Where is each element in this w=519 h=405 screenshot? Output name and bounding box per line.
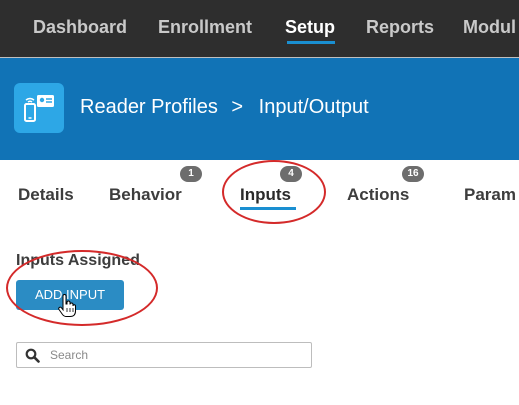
search-box	[16, 342, 312, 368]
tab-actions[interactable]: Actions	[347, 185, 409, 205]
search-icon	[25, 348, 40, 363]
nav-active-indicator	[287, 41, 335, 44]
reader-profile-icon	[14, 83, 64, 133]
page-header: Reader Profiles > Input/Output	[0, 58, 519, 160]
breadcrumb: Reader Profiles > Input/Output	[80, 96, 369, 119]
nav-item-dashboard[interactable]: Dashboard	[33, 17, 127, 38]
annotation-circle-inputs-tab	[222, 160, 326, 224]
annotation-circle-add-button	[6, 250, 158, 326]
tab-details[interactable]: Details	[18, 185, 74, 205]
nav-item-reports[interactable]: Reports	[366, 17, 434, 38]
breadcrumb-parent-link[interactable]: Reader Profiles	[80, 96, 218, 119]
breadcrumb-separator: >	[231, 96, 244, 118]
tab-actions-badge: 16	[402, 166, 424, 182]
top-navigation-bar: Dashboard Enrollment Setup Reports Modul	[0, 0, 519, 57]
nav-item-modules[interactable]: Modul	[463, 17, 516, 38]
search-input[interactable]	[50, 346, 305, 364]
hand-pointer-cursor-icon	[58, 294, 76, 317]
tab-behavior[interactable]: Behavior	[109, 185, 182, 205]
tab-parameters[interactable]: Param	[464, 185, 516, 205]
nav-item-setup[interactable]: Setup	[285, 17, 335, 38]
nav-item-enrollment[interactable]: Enrollment	[158, 17, 252, 38]
breadcrumb-current: Input/Output	[258, 96, 369, 118]
tab-behavior-badge: 1	[180, 166, 202, 182]
